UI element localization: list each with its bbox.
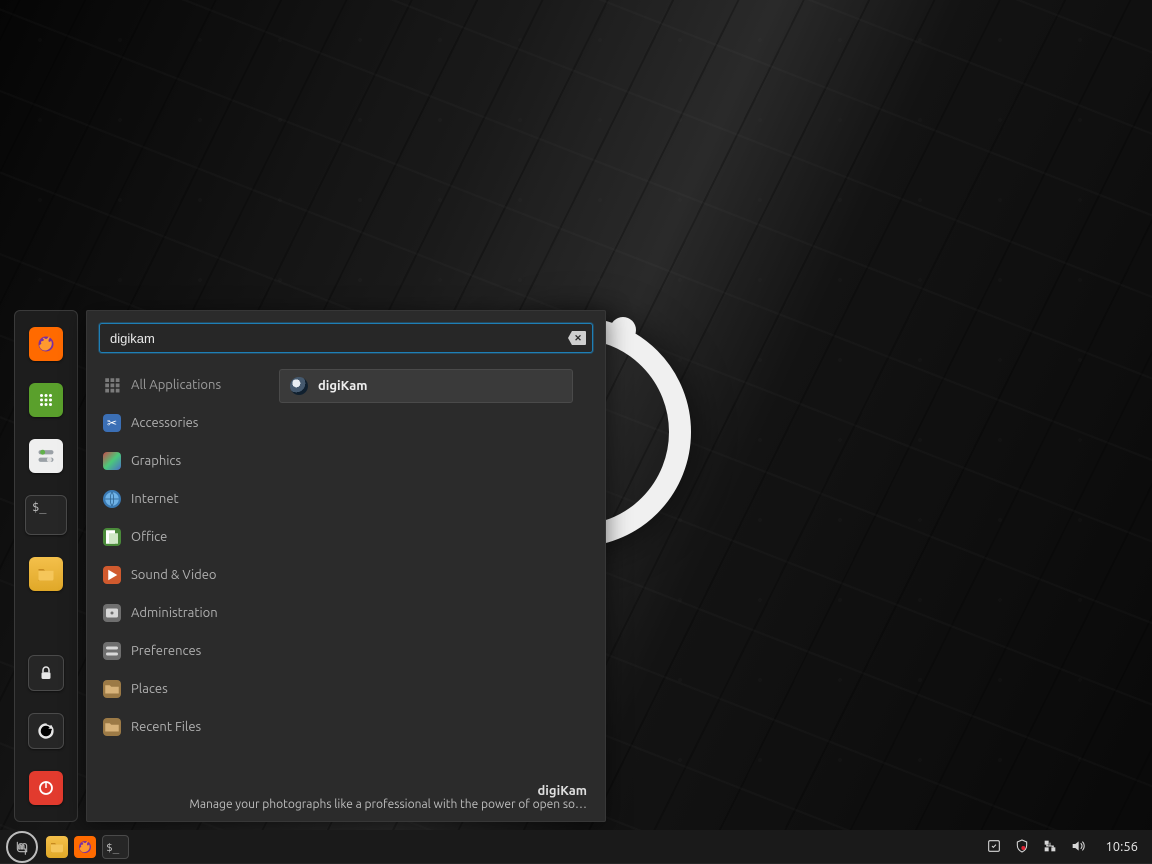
menu-search-input[interactable] <box>106 331 568 346</box>
folder-icon <box>36 564 56 584</box>
category-label: Sound & Video <box>131 568 217 582</box>
clear-search-icon[interactable] <box>568 331 586 345</box>
category-places[interactable]: Places <box>95 671 267 707</box>
application-menu: All Applications ✂ Accessories Graphics … <box>86 310 606 822</box>
favorite-power[interactable] <box>29 771 63 805</box>
category-graphics[interactable]: Graphics <box>95 443 267 479</box>
menu-footer: digiKam Manage your photographs like a p… <box>87 778 605 821</box>
firefox-icon <box>77 839 93 855</box>
tray-volume-icon[interactable] <box>1070 838 1086 857</box>
category-label: Office <box>131 530 167 544</box>
results-list: digiKam <box>267 365 605 778</box>
result-digikam[interactable]: digiKam <box>279 369 573 403</box>
globe-icon <box>103 490 121 508</box>
category-accessories[interactable]: ✂ Accessories <box>95 405 267 441</box>
category-office[interactable]: Office <box>95 519 267 555</box>
folder-icon <box>103 680 121 698</box>
prefs-icon <box>103 642 121 660</box>
taskbar-clock[interactable]: 10:56 <box>1098 840 1138 854</box>
play-icon <box>103 566 121 584</box>
digikam-icon <box>290 377 308 395</box>
toggles-icon <box>36 446 56 466</box>
category-administration[interactable]: Administration <box>95 595 267 631</box>
category-preferences[interactable]: Preferences <box>95 633 267 669</box>
favorite-lock[interactable] <box>28 655 64 691</box>
category-list: All Applications ✂ Accessories Graphics … <box>95 365 267 778</box>
favorites-dock: $_ <box>14 310 78 822</box>
footer-description: Manage your photographs like a professio… <box>105 798 587 811</box>
scissors-icon: ✂ <box>103 414 121 432</box>
category-label: Recent Files <box>131 720 201 734</box>
grid-icon <box>103 376 121 394</box>
refresh-arrow-icon <box>37 722 55 740</box>
favorite-firefox[interactable] <box>29 327 63 361</box>
favorite-settings[interactable] <box>29 439 63 473</box>
favorite-logout[interactable] <box>28 713 64 749</box>
mint-logo-icon <box>14 839 30 855</box>
category-label: Accessories <box>131 416 198 430</box>
category-label: All Applications <box>131 378 221 392</box>
tray-security-icon[interactable] <box>1014 838 1030 857</box>
folder-icon <box>49 839 65 855</box>
favorite-files[interactable] <box>29 557 63 591</box>
category-label: Administration <box>131 606 218 620</box>
lock-icon <box>37 664 55 682</box>
menu-button[interactable] <box>6 831 38 863</box>
category-sound-video[interactable]: Sound & Video <box>95 557 267 593</box>
office-icon <box>103 528 121 546</box>
footer-title: digiKam <box>105 784 587 798</box>
taskbar-files[interactable] <box>46 836 68 858</box>
result-label: digiKam <box>318 379 367 393</box>
favorite-terminal[interactable]: $_ <box>25 495 67 535</box>
category-recent-files[interactable]: Recent Files <box>95 709 267 745</box>
power-icon <box>37 779 55 797</box>
category-label: Places <box>131 682 168 696</box>
taskbar-terminal[interactable]: $_ <box>102 835 129 859</box>
grid-dots-icon <box>37 391 55 409</box>
favorite-app-green[interactable] <box>29 383 63 417</box>
tray-network-icon[interactable] <box>1042 838 1058 857</box>
category-internet[interactable]: Internet <box>95 481 267 517</box>
tray-updates-icon[interactable] <box>986 838 1002 857</box>
palette-icon <box>103 452 121 470</box>
category-all-applications[interactable]: All Applications <box>95 367 267 403</box>
taskbar-firefox[interactable] <box>74 836 96 858</box>
category-label: Preferences <box>131 644 201 658</box>
admin-icon <box>103 604 121 622</box>
category-label: Internet <box>131 492 179 506</box>
folder-icon <box>103 718 121 736</box>
taskbar: $_ 10:56 <box>0 830 1152 864</box>
menu-search[interactable] <box>99 323 593 353</box>
category-label: Graphics <box>131 454 181 468</box>
system-tray: 10:56 <box>986 838 1146 857</box>
firefox-icon <box>36 334 56 354</box>
